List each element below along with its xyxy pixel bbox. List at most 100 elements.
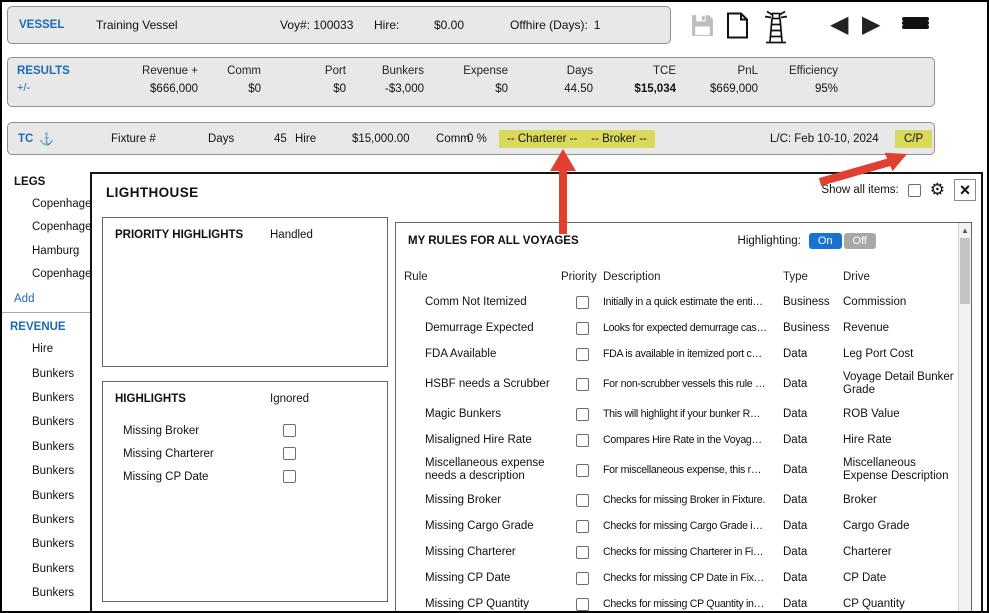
- priority-checkbox[interactable]: [576, 546, 589, 559]
- revenue-item[interactable]: Bunkers: [2, 532, 98, 556]
- rule-drive: ROB Value: [843, 404, 958, 425]
- prev-arrow-icon[interactable]: ◀: [830, 13, 848, 37]
- scroll-up-icon[interactable]: ▲: [959, 223, 971, 237]
- gear-icon[interactable]: ⚙: [930, 180, 945, 200]
- priority-checkbox[interactable]: [576, 598, 589, 611]
- rule-name: Magic Bunkers: [404, 404, 561, 425]
- rule-type: Data: [783, 572, 843, 584]
- cp-button[interactable]: C/P: [895, 130, 932, 148]
- metric-value: $669,000: [676, 83, 758, 95]
- lighthouse-icon[interactable]: [760, 9, 792, 50]
- priority-checkbox[interactable]: [576, 348, 589, 361]
- rule-description: For miscellaneous expense, this r…: [603, 464, 783, 476]
- priority-checkbox[interactable]: [576, 434, 589, 447]
- revenue-header: REVENUE: [2, 313, 98, 337]
- leg-item[interactable]: Copenhage: [2, 263, 98, 287]
- priority-checkbox[interactable]: [576, 572, 589, 585]
- revenue-item[interactable]: Bunkers: [2, 459, 98, 483]
- rule-type: Data: [783, 546, 843, 558]
- handled-column-label: Handled: [270, 229, 313, 241]
- priority-checkbox[interactable]: [576, 322, 589, 335]
- toggle-on-button[interactable]: On: [809, 233, 842, 249]
- rule-type: Data: [783, 434, 843, 446]
- rule-row: Missing Broker Checks for missing Broker…: [396, 487, 958, 513]
- save-icon[interactable]: [690, 13, 715, 42]
- tc-days-label: Days: [208, 133, 234, 145]
- charterer-placeholder[interactable]: -- Charterer --: [507, 133, 577, 145]
- metric-value: $0: [424, 83, 508, 95]
- priority-checkbox[interactable]: [576, 494, 589, 507]
- add-leg-link[interactable]: Add: [2, 286, 98, 312]
- highlight-label: Missing Charterer: [123, 448, 283, 460]
- charterer-broker-field[interactable]: -- Charterer -- -- Broker --: [499, 130, 655, 148]
- revenue-item[interactable]: Bunkers: [2, 508, 98, 532]
- close-icon[interactable]: ×: [954, 179, 976, 201]
- revenue-item[interactable]: Bunkers: [2, 361, 98, 385]
- rule-description: FDA is available in itemized port c…: [603, 348, 783, 360]
- priority-checkbox[interactable]: [576, 408, 589, 421]
- rule-name: Misaligned Hire Rate: [404, 430, 561, 451]
- legs-header: LEGS: [2, 168, 98, 192]
- metric-label: Comm: [198, 65, 261, 77]
- ignored-column-label: Ignored: [270, 393, 309, 405]
- rule-drive: Broker: [843, 490, 958, 511]
- highlight-item: Missing Broker: [103, 419, 387, 442]
- offhire-days: Offhire (Days): 1: [510, 18, 600, 32]
- priority-checkbox[interactable]: [576, 520, 589, 533]
- col-drive: Drive: [843, 271, 971, 283]
- revenue-item[interactable]: Bunkers: [2, 410, 98, 434]
- metric-label: TCE: [593, 65, 676, 77]
- rule-row: Comm Not Itemized Initially in a quick e…: [396, 289, 958, 315]
- ignored-checkbox[interactable]: [283, 470, 296, 483]
- priority-checkbox[interactable]: [576, 378, 589, 391]
- toggle-off-button[interactable]: Off: [844, 233, 876, 249]
- priority-checkbox[interactable]: [576, 296, 589, 309]
- rules-scrollbar[interactable]: ▲: [958, 223, 971, 613]
- scrollbar-thumb[interactable]: [960, 238, 970, 304]
- highlight-label: Missing CP Date: [123, 471, 283, 483]
- revenue-item[interactable]: Bunkers: [2, 581, 98, 605]
- revenue-item[interactable]: Off hire: [2, 605, 98, 613]
- tc-comm-label: Comm: [436, 133, 470, 145]
- priority-checkbox[interactable]: [576, 464, 589, 477]
- document-icon[interactable]: [726, 12, 749, 43]
- highlights-list: Missing Broker Missing Charterer Missing…: [103, 419, 387, 488]
- menu-icon[interactable]: [902, 17, 929, 29]
- ignored-checkbox[interactable]: [283, 447, 296, 460]
- tc-bar: TC ⚓ Fixture # Days 45 Hire $15,000.00 C…: [7, 122, 935, 155]
- priority-highlights-box: PRIORITY HIGHLIGHTS Handled: [102, 217, 388, 367]
- result-metric: Bunkers -$3,000: [346, 65, 424, 95]
- rule-name: Missing Charterer: [404, 542, 561, 563]
- highlights-box: HIGHLIGHTS Ignored Missing Broker Missin…: [102, 381, 388, 602]
- results-plus-minus[interactable]: +/-: [17, 82, 70, 94]
- revenue-item[interactable]: Bunkers: [2, 435, 98, 459]
- rules-table: Comm Not Itemized Initially in a quick e…: [396, 289, 958, 613]
- broker-placeholder[interactable]: -- Broker --: [591, 133, 647, 145]
- lighthouse-dialog: LIGHTHOUSE Show all items: ⚙ × PRIORITY …: [90, 172, 983, 613]
- revenue-item[interactable]: Hire: [2, 337, 98, 361]
- hire-label: Hire:: [374, 18, 399, 32]
- tc-section-label: TC: [18, 133, 33, 145]
- rule-description: Looks for expected demurrage cas…: [603, 322, 783, 334]
- ignored-checkbox[interactable]: [283, 424, 296, 437]
- toolbar: ◀ ▶: [682, 6, 987, 50]
- result-metric: Days 44.50: [508, 65, 593, 95]
- next-arrow-icon[interactable]: ▶: [862, 13, 880, 37]
- rule-name: Missing CP Quantity: [404, 594, 561, 613]
- rule-type: Data: [783, 348, 843, 360]
- col-rule: Rule: [404, 271, 561, 283]
- rule-type: Data: [783, 494, 843, 506]
- revenue-item[interactable]: Bunkers: [2, 386, 98, 410]
- leg-item[interactable]: Hamburg: [2, 239, 98, 263]
- results-metrics: Revenue + $666,000 Comm $0 Port $0 Bunke…: [98, 65, 838, 95]
- vessel-name: Training Vessel: [96, 18, 178, 32]
- leg-item[interactable]: Copenhage: [2, 216, 98, 240]
- revenue-item[interactable]: Bunkers: [2, 557, 98, 581]
- highlights-header: HIGHLIGHTS Ignored: [103, 382, 387, 405]
- revenue-item[interactable]: Bunkers: [2, 483, 98, 507]
- rule-description: Checks for missing Charterer in Fi…: [603, 546, 783, 558]
- rule-name: FDA Available: [404, 344, 561, 365]
- rule-row: Miscellaneous expense needs a descriptio…: [396, 453, 958, 487]
- anchor-icon: ⚓: [39, 132, 54, 146]
- leg-item[interactable]: Copenhage: [2, 192, 98, 216]
